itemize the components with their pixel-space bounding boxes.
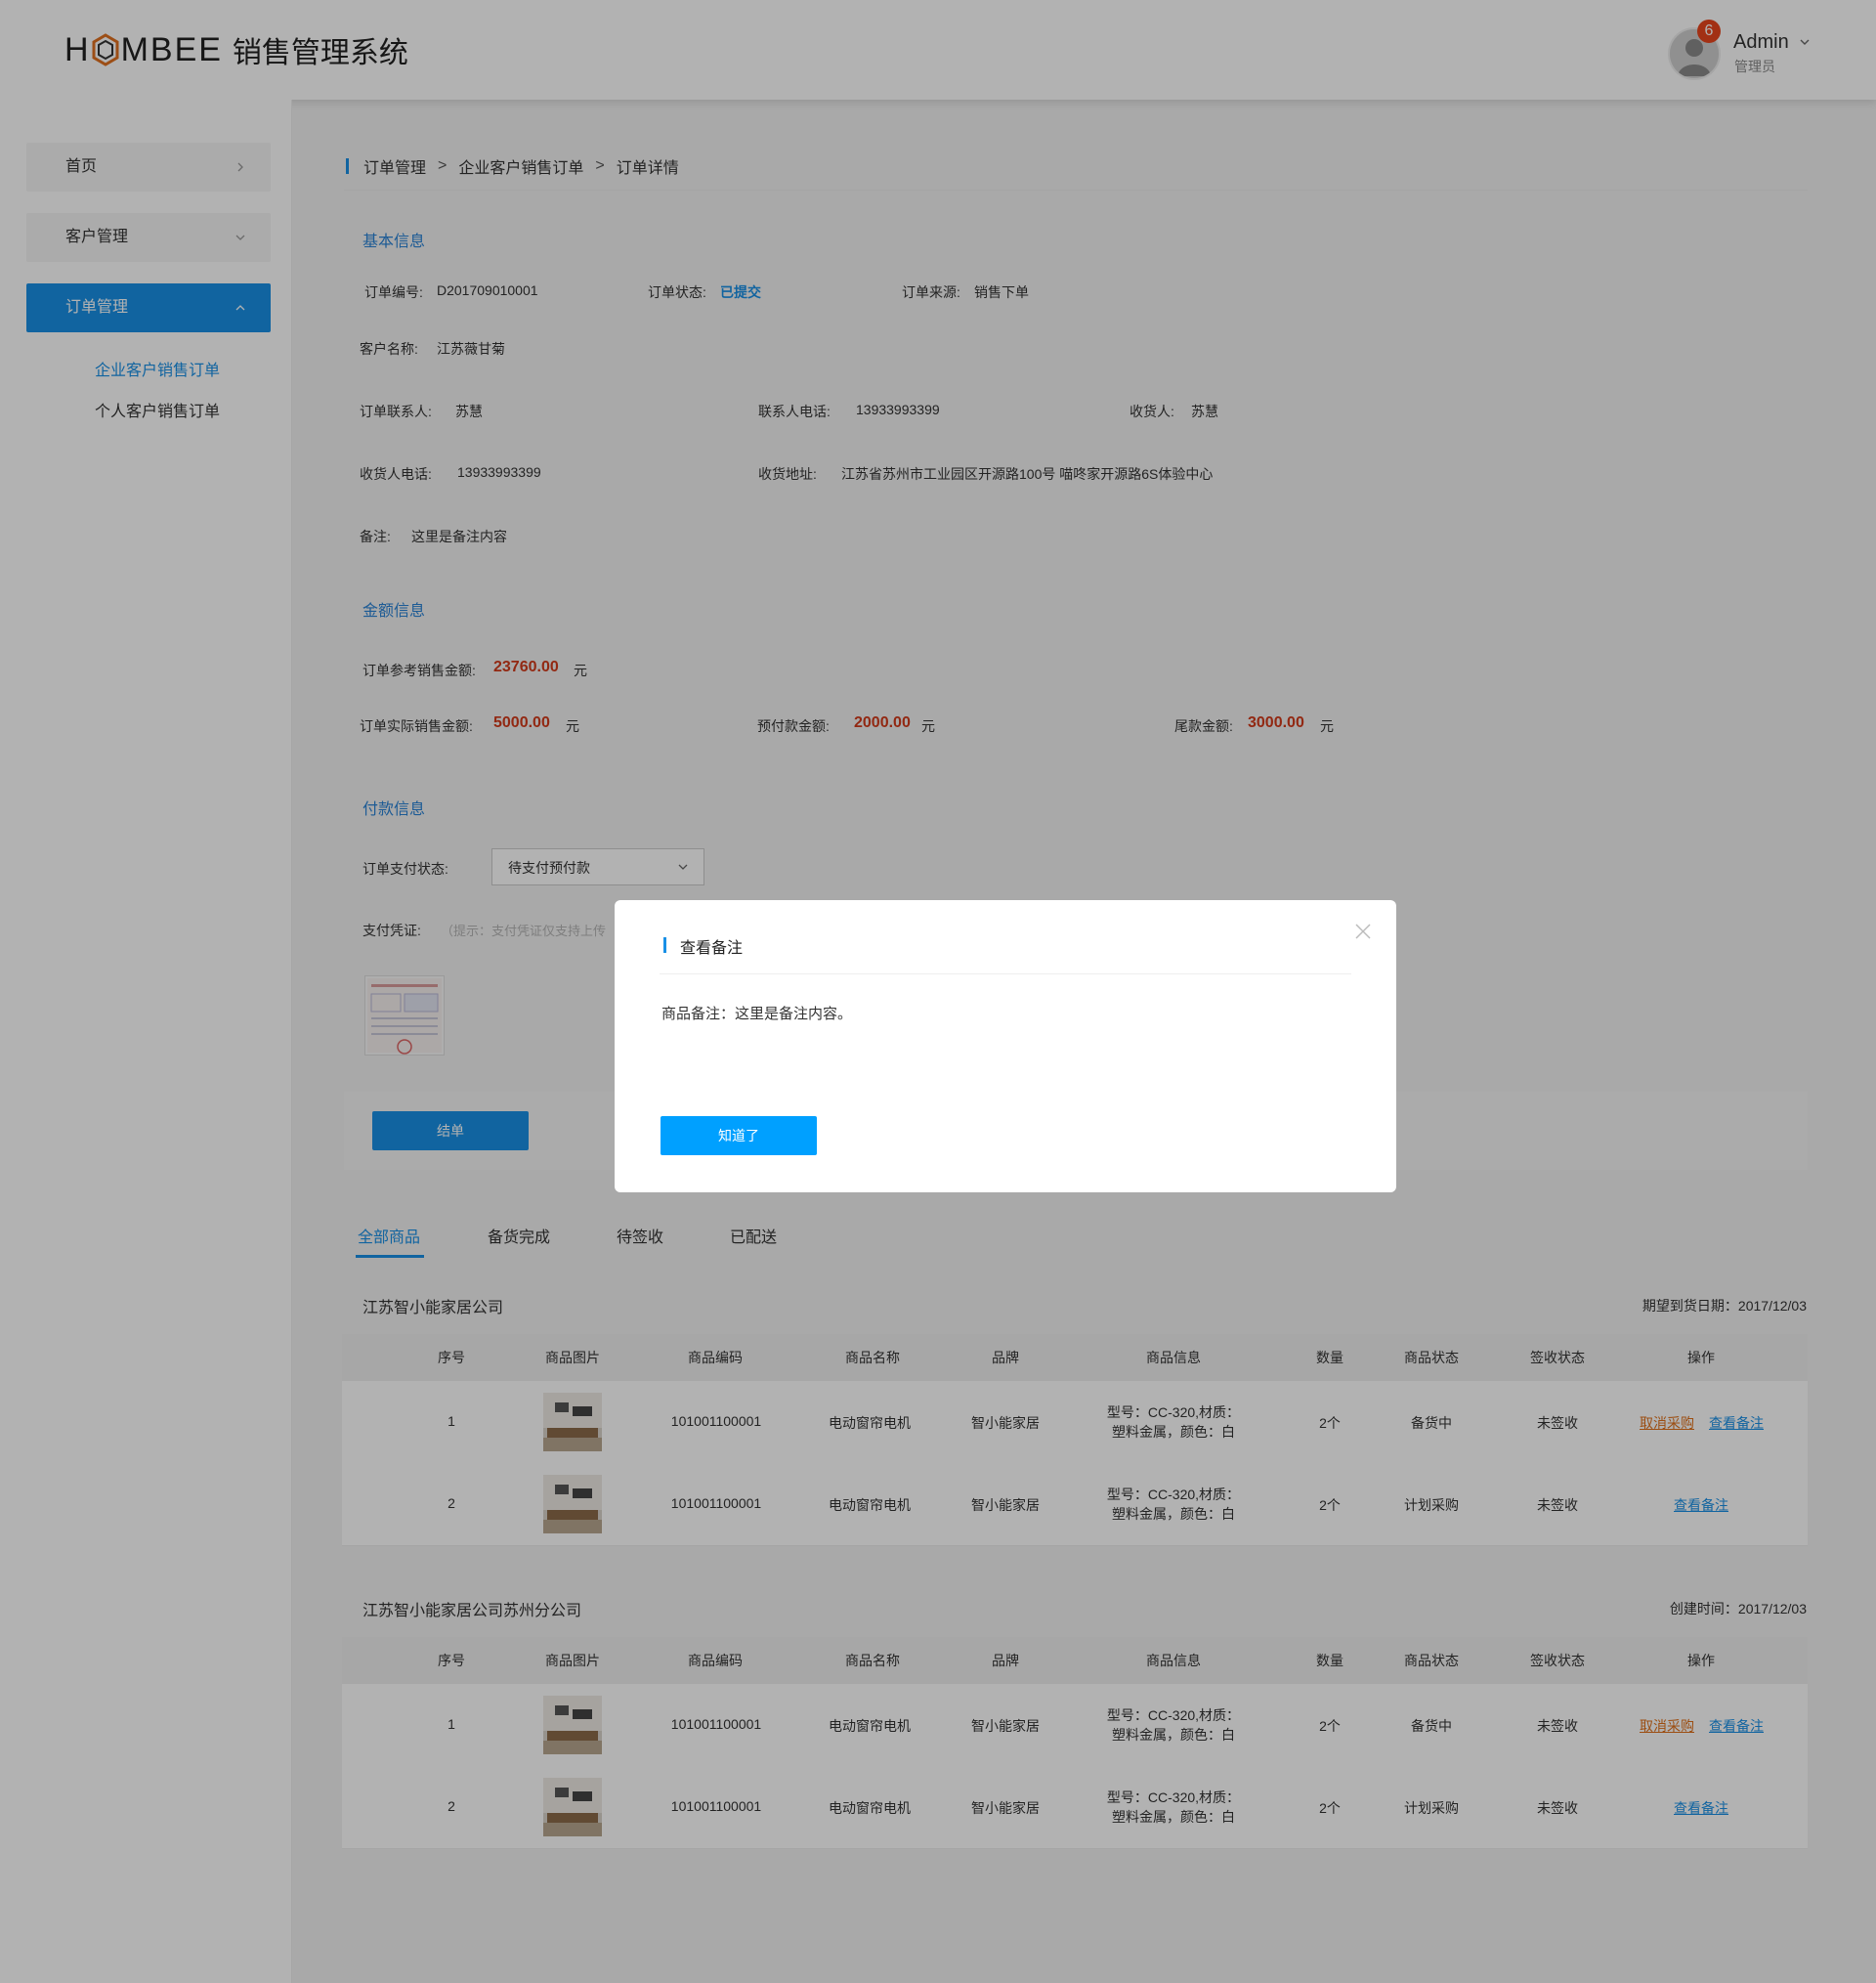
divider xyxy=(660,973,1351,974)
modal-content: 商品备注：这里是备注内容。 xyxy=(661,1006,853,1022)
close-icon[interactable] xyxy=(1353,922,1373,941)
remark-modal: 查看备注 商品备注：这里是备注内容。 知道了 xyxy=(615,900,1396,1192)
modal-title-marker xyxy=(663,937,666,953)
modal-title: 查看备注 xyxy=(680,940,744,957)
acknowledge-button[interactable]: 知道了 xyxy=(661,1116,817,1155)
